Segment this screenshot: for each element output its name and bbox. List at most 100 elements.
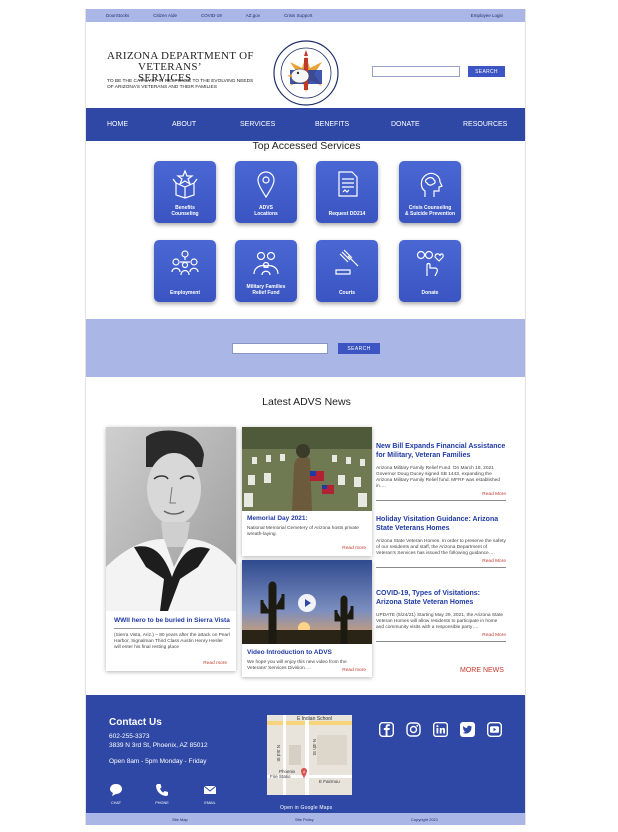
employee-login-link[interactable]: Employee Login: [471, 13, 503, 18]
feature-read-more[interactable]: Read more: [203, 661, 227, 666]
bottom-bar: Site Map Site Policy Copyright 2021: [86, 813, 525, 825]
tile-crisis-counseling[interactable]: Crisis Counseling & Suicide Prevention: [399, 161, 461, 223]
contact-address: 3839 N 3rd St, Phoenix, AZ 85012: [109, 742, 208, 749]
tagline: To be the catalyst in response to the ev…: [107, 79, 254, 90]
tile-label-line1: Donate: [421, 290, 439, 296]
tile-employment[interactable]: Employment: [154, 240, 216, 302]
map-label-fairmount: E Fairmou: [319, 779, 340, 784]
nav-services[interactable]: SERVICES: [240, 121, 275, 128]
news-item-read-more[interactable]: Read More: [376, 633, 506, 638]
news-list-item[interactable]: COVID-19, Types of Visitations: Arizona …: [376, 589, 506, 642]
nav-resources[interactable]: RESOURCES: [463, 121, 507, 128]
map-label-3rd: N 3rd St: [276, 745, 281, 762]
contact-heading: Contact Us: [109, 717, 162, 728]
family-icon: [253, 251, 279, 276]
hand-heart-icon: [416, 250, 444, 277]
tile-label-line2: Locations: [254, 211, 278, 217]
news-item-title[interactable]: Holiday Visitation Guidance: Arizona Sta…: [376, 515, 506, 533]
divider: [376, 500, 506, 501]
utility-link-doorstocks[interactable]: DoorStocks: [106, 13, 129, 18]
tile-military-families[interactable]: Military Families Relief Fund: [235, 240, 297, 302]
more-news-link[interactable]: MORE NEWS: [460, 667, 504, 674]
map-graphic: A E Indian School N 3rd St N 4th St Phoe…: [267, 715, 352, 795]
site-header: Arizona Department of Veterans’ Services…: [86, 22, 525, 141]
open-in-google-maps-link[interactable]: Open in Google Maps: [280, 805, 332, 811]
news-item-title[interactable]: New Bill Expands Financial Assistance fo…: [376, 442, 506, 460]
tile-label-line1: Courts: [338, 290, 356, 296]
search-band: SEARCH: [86, 319, 525, 377]
utility-link-azgov[interactable]: AZ.gov: [246, 13, 260, 18]
sailor-photo: [106, 427, 236, 611]
head-brain-icon: [420, 172, 443, 197]
department-seal-logo[interactable]: [273, 40, 339, 106]
box-star-icon: [172, 169, 198, 199]
contact-phone[interactable]: 602-255-3373: [109, 733, 149, 741]
utility-bar: DoorStocks Citizen Aide COVID-19 AZ.gov …: [86, 9, 525, 22]
utility-link-covid[interactable]: COVID-19: [201, 13, 222, 18]
page-frame: DoorStocks Citizen Aide COVID-19 AZ.gov …: [85, 9, 526, 825]
services-heading: Top Accessed Services: [252, 140, 361, 152]
facebook-icon[interactable]: [379, 722, 394, 737]
gavel-icon: [335, 249, 359, 275]
email-label: EMAIL: [204, 801, 216, 805]
feature-title[interactable]: WWII hero to be buried in Sierra Vista: [114, 617, 230, 625]
tile-label-line2: Counseling: [171, 211, 199, 217]
phone-icon: [156, 784, 168, 796]
map-label-4th: N 4th St: [312, 739, 317, 756]
news-card-memorial[interactable]: Memorial Day 2021: National Memorial Cem…: [242, 427, 372, 556]
site-policy-link[interactable]: Site Policy: [295, 817, 314, 822]
utility-link-citizen-aide[interactable]: Citizen Aide: [153, 13, 177, 18]
memorial-text: National Memorial Cemetery of Arizona ho…: [247, 526, 359, 537]
tile-courts[interactable]: Courts: [316, 240, 378, 302]
phone-button[interactable]: PHONE: [154, 783, 170, 805]
news-list-item[interactable]: Holiday Visitation Guidance: Arizona Sta…: [376, 515, 506, 568]
header-search-button[interactable]: SEARCH: [468, 66, 505, 77]
news-card-feature[interactable]: WWII hero to be buried in Sierra Vista (…: [106, 427, 236, 671]
news-heading: Latest ADVS News: [262, 396, 351, 408]
tile-label-line2: & Suicide Prevention: [404, 211, 455, 217]
tile-advs-locations[interactable]: ADVS Locations: [235, 161, 297, 223]
news-item-text: Arizona State Veteran Homes. In order to…: [376, 539, 506, 556]
news-list-item[interactable]: New Bill Expands Financial Assistance fo…: [376, 442, 506, 501]
instagram-icon[interactable]: [406, 722, 421, 737]
location-map[interactable]: A E Indian School N 3rd St N 4th St Phoe…: [267, 715, 352, 795]
linkedin-icon[interactable]: [433, 722, 448, 737]
utility-link-crisis-support[interactable]: Crisis Support: [284, 13, 312, 18]
video-read-more[interactable]: Read more: [342, 668, 366, 673]
band-search-input[interactable]: [232, 343, 328, 354]
chat-button[interactable]: CHAT: [108, 783, 124, 805]
header-search-input[interactable]: [372, 66, 460, 77]
tile-label-line1: Employment: [169, 290, 200, 296]
nav-home[interactable]: HOME: [107, 121, 128, 128]
people-network-icon: [171, 250, 199, 276]
video-title[interactable]: Video Introduction to ADVS: [247, 649, 366, 657]
memorial-read-more[interactable]: Read more: [342, 546, 366, 551]
tile-benefits-counseling[interactable]: Benefits Counseling: [154, 161, 216, 223]
youtube-icon[interactable]: [487, 722, 502, 737]
twitter-icon[interactable]: [460, 722, 475, 737]
play-icon[interactable]: [297, 593, 317, 613]
phone-label: PHONE: [155, 801, 169, 805]
main-nav: HOME ABOUT SERVICES BENEFITS DONATE RESO…: [86, 108, 525, 141]
chat-label: CHAT: [110, 801, 122, 805]
nav-about[interactable]: ABOUT: [172, 121, 196, 128]
memorial-title[interactable]: Memorial Day 2021:: [247, 515, 366, 523]
email-button[interactable]: EMAIL: [202, 783, 218, 805]
band-search-button[interactable]: SEARCH: [338, 343, 380, 354]
tile-request-dd214[interactable]: Request DD214: [316, 161, 378, 223]
chat-icon: [110, 784, 122, 796]
divider: [376, 641, 506, 642]
tile-donate[interactable]: Donate: [399, 240, 461, 302]
news-item-text: Arizona Military Family Relief Fund. On …: [376, 466, 500, 489]
site-map-link[interactable]: Site Map: [172, 817, 188, 822]
news-card-video[interactable]: Video Introduction to ADVS We hope you w…: [242, 560, 372, 677]
nav-donate[interactable]: DONATE: [391, 121, 420, 128]
news-item-read-more[interactable]: Read More: [376, 559, 506, 564]
tile-label-line2: Relief Fund: [252, 290, 280, 296]
email-icon: [203, 785, 217, 794]
site-footer: Contact Us 602-255-3373 3839 N 3rd St, P…: [86, 695, 525, 813]
location-pin-icon: [257, 171, 275, 199]
news-item-read-more[interactable]: Read More: [376, 492, 506, 497]
news-item-title[interactable]: COVID-19, Types of Visitations: Arizona …: [376, 589, 506, 607]
nav-benefits[interactable]: BENEFITS: [315, 121, 349, 128]
